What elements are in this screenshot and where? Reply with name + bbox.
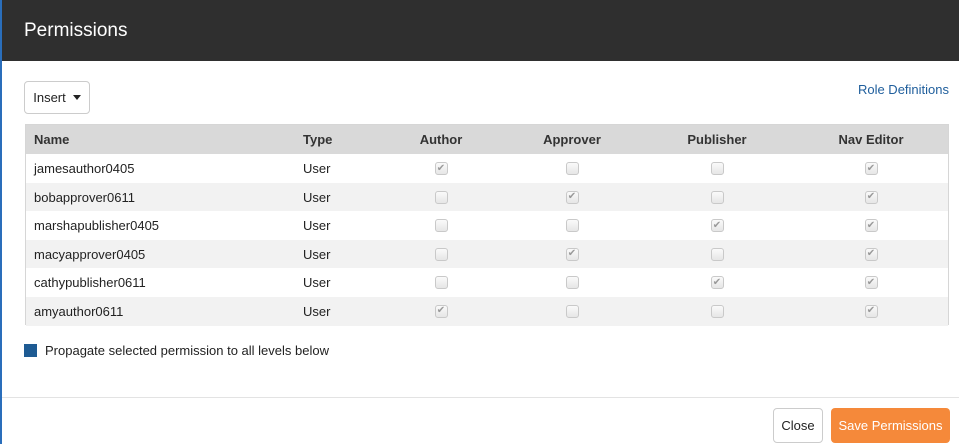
table-row: macyapprover0405 User ✔ ✔ [26, 239, 948, 269]
user-name: jamesauthor0405 [34, 161, 135, 176]
checkmark-icon: ✔ [567, 191, 577, 202]
author-checkbox[interactable] [434, 190, 448, 204]
publisher-checkbox[interactable] [710, 190, 724, 204]
nav-editor-checkbox[interactable]: ✔ [864, 247, 878, 261]
modal-left-edge [0, 0, 2, 444]
nav-editor-checkbox-cell: ✔ [826, 240, 916, 269]
table-row: bobapprover0611 User ✔ ✔ [26, 182, 948, 212]
checkmark-icon: ✔ [712, 276, 722, 288]
user-type: User [303, 189, 331, 205]
column-header-type: Type [303, 132, 333, 147]
author-checkbox-cell: ✔ [396, 154, 486, 183]
save-permissions-button[interactable]: Save Permissions [831, 408, 950, 443]
author-checkbox-cell: ✔ [396, 297, 486, 326]
publisher-checkbox[interactable]: ✔ [710, 276, 724, 289]
column-header-author: Author [419, 132, 463, 147]
nav-editor-checkbox[interactable]: ✔ [864, 219, 878, 232]
publisher-checkbox-cell: ✔ [672, 211, 762, 240]
approver-checkbox-cell [527, 154, 617, 183]
author-checkbox-cell [396, 268, 486, 297]
checkmark-icon: ✔ [567, 248, 577, 259]
author-checkbox[interactable]: ✔ [434, 162, 448, 175]
nav-editor-checkbox[interactable]: ✔ [864, 276, 878, 289]
nav-editor-checkbox-cell: ✔ [826, 297, 916, 326]
author-checkbox-cell [396, 240, 486, 269]
publisher-checkbox-cell [672, 297, 762, 326]
table-row: jamesauthor0405 User ✔ ✔ [26, 154, 948, 183]
author-checkbox[interactable] [434, 247, 448, 261]
user-type: User [303, 218, 331, 233]
insert-dropdown-button[interactable]: Insert [24, 81, 90, 114]
column-header-name: Name [34, 132, 70, 147]
table-row: marshapublisher0405 User ✔ ✔ [26, 211, 948, 240]
author-checkbox-cell [396, 211, 486, 240]
approver-checkbox[interactable]: ✔ [565, 190, 579, 204]
checkmark-icon: ✔ [866, 162, 876, 174]
user-name: amyauthor0611 [34, 303, 124, 319]
user-name: macyapprover0405 [34, 246, 146, 262]
author-checkbox-cell [396, 183, 486, 212]
approver-checkbox-cell [527, 268, 617, 297]
user-name: marshapublisher0405 [34, 218, 160, 233]
propagate-checkbox[interactable] [24, 344, 37, 357]
checkmark-icon: ✔ [866, 219, 876, 231]
approver-checkbox-cell [527, 297, 617, 326]
column-header-approver: Approver [543, 132, 601, 147]
checkmark-icon: ✔ [866, 276, 876, 288]
permissions-table: Name Type Author Approver Publisher Nav … [25, 124, 949, 326]
user-type: User [303, 303, 331, 319]
propagate-label: Propagate selected permission to all lev… [45, 343, 329, 358]
column-header-nav-editor: Nav Editor [838, 132, 904, 147]
approver-checkbox-cell: ✔ [527, 183, 617, 212]
nav-editor-checkbox-cell: ✔ [826, 211, 916, 240]
author-checkbox[interactable] [434, 219, 448, 232]
user-name: cathypublisher0611 [34, 275, 146, 290]
table-row: cathypublisher0611 User ✔ ✔ [26, 268, 948, 297]
footer-divider [2, 397, 959, 398]
nav-editor-checkbox[interactable]: ✔ [864, 162, 878, 175]
approver-checkbox[interactable] [565, 304, 579, 318]
column-header-publisher: Publisher [687, 132, 747, 147]
approver-checkbox-cell [527, 211, 617, 240]
nav-editor-checkbox[interactable]: ✔ [864, 190, 878, 204]
approver-checkbox[interactable] [565, 276, 579, 289]
publisher-checkbox-cell: ✔ [672, 268, 762, 297]
table-row: amyauthor0611 User ✔ ✔ [26, 296, 948, 326]
checkmark-icon: ✔ [436, 162, 446, 174]
checkmark-icon: ✔ [866, 191, 876, 202]
propagate-option[interactable]: Propagate selected permission to all lev… [24, 343, 329, 358]
user-type: User [303, 161, 331, 176]
approver-checkbox[interactable]: ✔ [565, 247, 579, 261]
publisher-checkbox[interactable]: ✔ [710, 219, 724, 232]
checkmark-icon: ✔ [712, 219, 722, 231]
nav-editor-checkbox-cell: ✔ [826, 268, 916, 297]
close-button[interactable]: Close [773, 408, 823, 443]
nav-editor-checkbox[interactable]: ✔ [864, 304, 878, 318]
publisher-checkbox[interactable] [710, 247, 724, 261]
nav-editor-checkbox-cell: ✔ [826, 154, 916, 183]
approver-checkbox[interactable] [565, 162, 579, 175]
checkmark-icon: ✔ [866, 248, 876, 259]
author-checkbox[interactable]: ✔ [434, 304, 448, 318]
insert-label: Insert [33, 90, 66, 105]
role-definitions-link[interactable]: Role Definitions [858, 82, 949, 97]
publisher-checkbox-cell [672, 183, 762, 212]
publisher-checkbox-cell [672, 154, 762, 183]
approver-checkbox-cell: ✔ [527, 240, 617, 269]
table-header-row: Name Type Author Approver Publisher Nav … [26, 125, 948, 154]
dialog-title: Permissions [24, 20, 128, 41]
author-checkbox[interactable] [434, 276, 448, 289]
nav-editor-checkbox-cell: ✔ [826, 183, 916, 212]
caret-down-icon [72, 95, 81, 100]
publisher-checkbox-cell [672, 240, 762, 269]
approver-checkbox[interactable] [565, 219, 579, 232]
publisher-checkbox[interactable] [710, 162, 724, 175]
publisher-checkbox[interactable] [710, 304, 724, 318]
checkmark-icon: ✔ [866, 305, 876, 316]
user-name: bobapprover0611 [34, 189, 135, 205]
user-type: User [303, 246, 331, 262]
checkmark-icon: ✔ [436, 305, 446, 316]
dialog-header: Permissions [2, 0, 959, 61]
user-type: User [303, 275, 331, 290]
